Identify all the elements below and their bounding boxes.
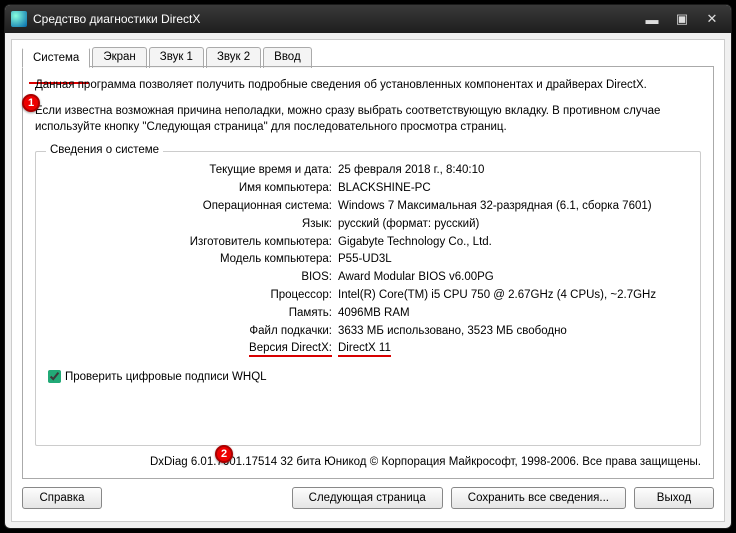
label-pagefile: Файл подкачки:: [48, 323, 338, 341]
label-cpu: Процессор:: [48, 287, 338, 305]
info-row: Процессор:Intel(R) Core(TM) i5 CPU 750 @…: [48, 287, 688, 305]
description-1: Данная программа позволяет получить подр…: [35, 77, 701, 93]
tab-system[interactable]: Система: [22, 47, 90, 68]
value-bios: Award Modular BIOS v6.00PG: [338, 269, 688, 287]
tab-bar: Система Экран Звук 1 Звук 2 Ввод: [22, 46, 714, 67]
next-page-button[interactable]: Следующая страница: [292, 487, 443, 509]
label-directx: Версия DirectX:: [48, 340, 338, 358]
value-computername: BLACKSHINE-PC: [338, 180, 688, 198]
description-2: Если известна возможная причина неполадк…: [35, 103, 701, 135]
annotation-marker-1: 1: [22, 94, 40, 112]
tab-display[interactable]: Экран: [92, 47, 146, 68]
label-manufacturer: Изготовитель компьютера:: [48, 234, 338, 252]
group-legend: Сведения о системе: [46, 144, 163, 156]
save-all-button[interactable]: Сохранить все сведения...: [451, 487, 626, 509]
info-row: Текущие время и дата:25 февраля 2018 г.,…: [48, 162, 688, 180]
info-row: Модель компьютера:P55-UD3L: [48, 251, 688, 269]
footer-text: DxDiag 6.01.7601.17514 32 бита Юникод © …: [35, 456, 701, 468]
label-bios: BIOS:: [48, 269, 338, 287]
value-memory: 4096MB RAM: [338, 305, 688, 323]
value-os: Windows 7 Максимальная 32-разрядная (6.1…: [338, 198, 688, 216]
info-row: Имя компьютера:BLACKSHINE-PC: [48, 180, 688, 198]
whql-label: Проверить цифровые подписи WHQL: [65, 371, 267, 383]
value-cpu: Intel(R) Core(TM) i5 CPU 750 @ 2.67GHz (…: [338, 287, 688, 305]
label-memory: Память:: [48, 305, 338, 323]
content-area: 1 2 Система Экран Звук 1 Звук 2 Ввод Дан…: [11, 39, 725, 522]
maximize-button[interactable]: ▣: [669, 10, 695, 28]
info-row: Память:4096MB RAM: [48, 305, 688, 323]
minimize-button[interactable]: ▬: [639, 10, 665, 28]
label-computername: Имя компьютера:: [48, 180, 338, 198]
label-model: Модель компьютера:: [48, 251, 338, 269]
info-row: Изготовитель компьютера:Gigabyte Technol…: [48, 234, 688, 252]
whql-checkbox[interactable]: [48, 370, 61, 383]
value-datetime: 25 февраля 2018 г., 8:40:10: [338, 162, 688, 180]
tab-input[interactable]: Ввод: [263, 47, 312, 68]
close-button[interactable]: ✕: [699, 10, 725, 28]
window-title: Средство диагностики DirectX: [33, 12, 635, 26]
exit-button[interactable]: Выход: [634, 487, 714, 509]
value-model: P55-UD3L: [338, 251, 688, 269]
info-row: Язык:русский (формат: русский): [48, 216, 688, 234]
annotation-marker-2: 2: [215, 445, 233, 463]
label-datetime: Текущие время и дата:: [48, 162, 338, 180]
label-os: Операционная система:: [48, 198, 338, 216]
spacer: [110, 487, 284, 509]
titlebar: Средство диагностики DirectX ▬ ▣ ✕: [5, 5, 731, 33]
dxdiag-window: Средство диагностики DirectX ▬ ▣ ✕ 1 2 С…: [4, 4, 732, 529]
info-row: BIOS:Award Modular BIOS v6.00PG: [48, 269, 688, 287]
value-pagefile: 3633 МБ использовано, 3523 МБ свободно: [338, 323, 688, 341]
button-bar: Справка Следующая страница Сохранить все…: [22, 479, 714, 511]
info-row: Файл подкачки:3633 МБ использовано, 3523…: [48, 323, 688, 341]
value-manufacturer: Gigabyte Technology Co., Ltd.: [338, 234, 688, 252]
system-info-group: Сведения о системе Текущие время и дата:…: [35, 151, 701, 446]
whql-check-row: Проверить цифровые подписи WHQL: [48, 370, 688, 383]
info-row: Версия DirectX:DirectX 11: [48, 340, 688, 358]
label-lang: Язык:: [48, 216, 338, 234]
tab-panel-system: Данная программа позволяет получить подр…: [22, 66, 714, 479]
info-row: Операционная система:Windows 7 Максималь…: [48, 198, 688, 216]
value-directx: DirectX 11: [338, 340, 688, 358]
tab-sound1[interactable]: Звук 1: [149, 47, 204, 68]
help-button[interactable]: Справка: [22, 487, 102, 509]
value-lang: русский (формат: русский): [338, 216, 688, 234]
app-icon: [11, 11, 27, 27]
tab-sound2[interactable]: Звук 2: [206, 47, 261, 68]
